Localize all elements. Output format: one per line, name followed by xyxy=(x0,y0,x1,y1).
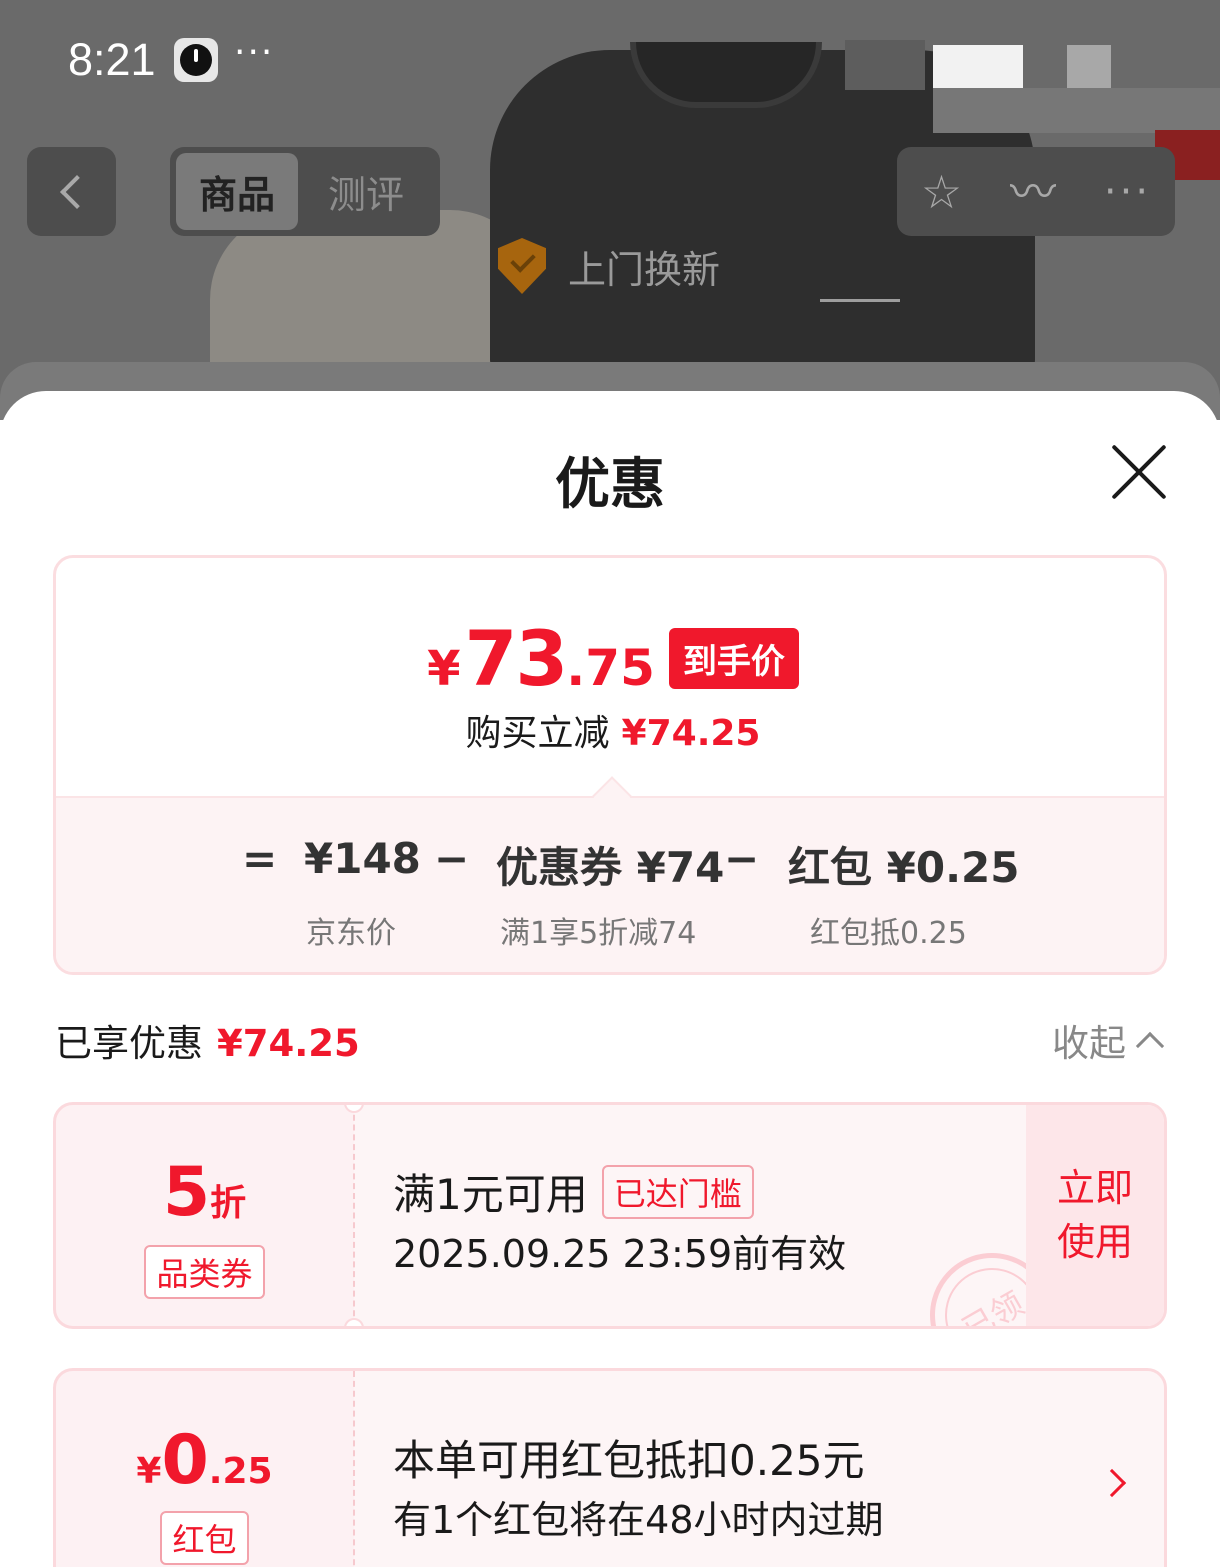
collapse-button[interactable]: 收起 xyxy=(1052,1013,1165,1067)
redacted-block xyxy=(1067,45,1111,88)
final-price-tag: 到手价 xyxy=(668,628,799,689)
redpacket-integer: 0 xyxy=(161,1421,209,1500)
formula-minus: − xyxy=(724,834,760,883)
top-actions: ☆ 〰 ··· xyxy=(897,147,1175,236)
collapse-label: 收起 xyxy=(1052,1022,1126,1065)
coupon-card-redpacket[interactable]: ¥0.25 红包 本单可用红包抵扣0.25元 有1个红包将在48小时内过期 xyxy=(53,1368,1167,1567)
coupon-discount-value: 5折 xyxy=(56,1153,353,1232)
signature-icon[interactable]: 〰 xyxy=(1010,169,1056,215)
redpacket-value: 红包 ¥0.25 xyxy=(788,843,1020,892)
enjoyed-label: 已享优惠 xyxy=(55,1022,203,1065)
final-price: ¥ 73 .75 xyxy=(427,614,655,703)
final-price-decimal: .75 xyxy=(566,639,655,697)
close-icon[interactable] xyxy=(1110,443,1168,501)
jd-price-caption: 京东价 xyxy=(306,916,396,951)
threshold-tag: 已达门槛 xyxy=(601,1164,754,1219)
back-button[interactable] xyxy=(27,147,116,236)
status-time: 8:21 xyxy=(68,34,156,85)
final-price-currency: ¥ xyxy=(427,641,461,697)
enjoyed-value: ¥74.25 xyxy=(217,1022,360,1065)
enjoyed-discount: 已享优惠 ¥74.25 xyxy=(55,1013,360,1067)
tab-review[interactable]: 测评 xyxy=(298,153,434,230)
shield-icon xyxy=(498,238,546,294)
coupon-type-badge: 品类券 xyxy=(56,1245,353,1299)
status-more-icon: ··· xyxy=(234,32,275,73)
formula-minus: − xyxy=(434,834,470,883)
use-now-button[interactable]: 立即 使用 xyxy=(1026,1105,1164,1326)
redacted-block xyxy=(933,45,1023,88)
redpacket-currency: ¥ xyxy=(136,1451,162,1492)
instant-discount-value: ¥74.25 xyxy=(621,713,761,754)
coupon-divider xyxy=(353,1371,355,1567)
service-label: 上门换新 xyxy=(568,247,721,292)
final-price-row: ¥ 73 .75 到手价 xyxy=(56,614,1164,703)
redpacket-title: 本单可用红包抵扣0.25元 xyxy=(393,1436,865,1485)
more-icon[interactable]: ··· xyxy=(1104,169,1151,215)
coupon-discount-unit: 折 xyxy=(210,1183,247,1224)
instant-discount-label: 购买立减 xyxy=(465,713,610,754)
chevron-up-icon xyxy=(1135,1031,1165,1061)
discount-sheet: 优惠 ¥ 73 .75 到手价 购买立减 ¥74.25 = ¥148 − 优惠券 … xyxy=(0,391,1220,1567)
formula-pointer xyxy=(592,776,632,816)
final-price-integer: 73 xyxy=(464,614,569,703)
background-product-page: 8:21 ··· 商品 测评 ☆ 〰 ··· 上门换新 xyxy=(0,0,1220,420)
coupon-card-category[interactable]: 5折 品类券 满1元可用 已达门槛 2025.09.25 23:59前有效 已领… xyxy=(53,1102,1167,1329)
redpacket-expiry: 有1个红包将在48小时内过期 xyxy=(393,1498,884,1542)
coupon-title: 满1元可用 已达门槛 xyxy=(393,1161,754,1222)
redacted-block xyxy=(933,88,1220,133)
coupon-divider xyxy=(353,1105,355,1326)
redacted-block xyxy=(845,40,925,90)
sheet-title: 优惠 xyxy=(554,452,665,516)
coupon-caption: 满1享5折减74 xyxy=(500,916,697,951)
star-icon[interactable]: ☆ xyxy=(921,169,962,215)
coupon-value: 优惠券 ¥74 xyxy=(496,843,725,892)
service-tag: 上门换新 xyxy=(498,234,720,298)
formula-equals: = xyxy=(242,834,278,883)
redpacket-decimal: .25 xyxy=(208,1451,273,1492)
shirt-logo xyxy=(820,280,900,302)
coupon-validity: 2025.09.25 23:59前有效 xyxy=(393,1232,847,1276)
tab-product[interactable]: 商品 xyxy=(176,153,298,230)
redpacket-badge: 红包 xyxy=(56,1511,353,1565)
redpacket-caption: 红包抵0.25 xyxy=(810,916,967,951)
jd-price-value: ¥148 xyxy=(304,834,421,883)
price-summary-card: ¥ 73 .75 到手价 购买立减 ¥74.25 = ¥148 − 优惠券 ¥74… xyxy=(53,555,1167,975)
coupon-condition: 满1元可用 xyxy=(393,1170,588,1219)
price-formula: = ¥148 − 优惠券 ¥74 − 红包 ¥0.25 京东价 满1享5折减74… xyxy=(56,776,1164,972)
instant-discount: 购买立减 ¥74.25 xyxy=(56,704,1164,756)
coupon-discount-number: 5 xyxy=(162,1153,211,1232)
clock-icon xyxy=(174,38,218,82)
chevron-left-icon xyxy=(59,174,94,209)
product-tabs: 商品 测评 xyxy=(170,147,440,236)
redpacket-amount: ¥0.25 xyxy=(56,1421,353,1500)
